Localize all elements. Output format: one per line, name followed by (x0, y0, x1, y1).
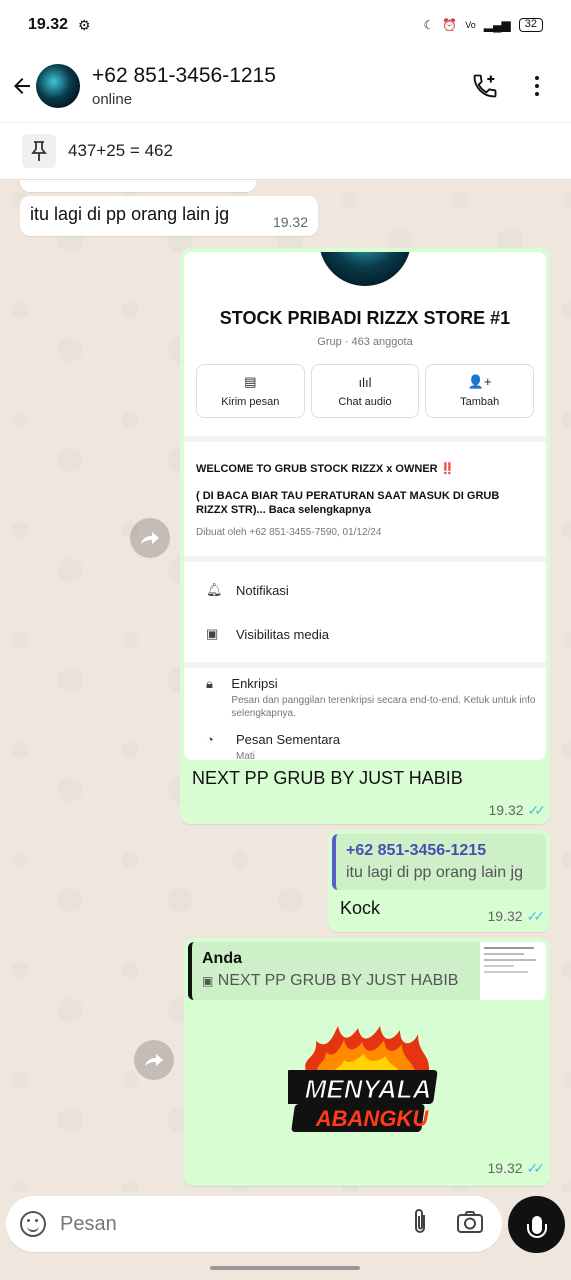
message-input[interactable]: Pesan (60, 1213, 117, 1236)
read-ticks-icon: ✓✓ (526, 1160, 546, 1176)
gear-icon: ⚙ (78, 16, 91, 33)
settings-row-disappearing: ◔ Pesan Sementara Mati (184, 732, 546, 760)
group-info-screenshot[interactable]: STOCK PRIBADI RIZZX STORE #1 Grup · 463 … (184, 252, 546, 760)
settings-row-encryption: 🔒︎ Enkripsi Pesan dan panggilan terenkrip… (206, 676, 536, 719)
quoted-sender: +62 851-3456-1215 (346, 842, 487, 859)
message-meta: 19.32 ✓✓ (488, 802, 547, 818)
settings-row-media: ▣ Visibilitas media (206, 626, 329, 642)
avatar[interactable] (36, 64, 80, 108)
contact-name: +62 851-3456-1215 (92, 64, 276, 87)
group-description: WELCOME TO GRUB STOCK RIZZX x OWNER ‼️ (… (184, 442, 546, 556)
gesture-nav-bar[interactable] (210, 1266, 360, 1270)
microphone-button[interactable] (508, 1196, 565, 1253)
outgoing-reply-bubble[interactable]: +62 851-3456-1215 itu lagi di pp orang l… (328, 830, 550, 932)
message-text: itu lagi di pp orang lain jg (30, 204, 230, 224)
add-call-icon[interactable] (471, 72, 499, 100)
message-meta: 19.32 ✓✓ (487, 1160, 546, 1176)
attach-icon[interactable] (410, 1208, 430, 1241)
sticker-line2: ABANGKU (315, 1106, 430, 1131)
sticker-emoji-icon[interactable] (20, 1211, 46, 1237)
moon-icon: ☾ (423, 18, 435, 32)
forward-button[interactable] (134, 1040, 174, 1080)
settings-row-notifications: 🔔︎ Notifikasi (206, 582, 289, 598)
add-person-icon: 👤+ (467, 374, 492, 389)
quoted-message[interactable]: Anda ▣ NEXT PP GRUB BY JUST HABIB (188, 942, 546, 1000)
incoming-message-bubble[interactable]: itu lagi di pp orang lain jg 19.32 (20, 196, 318, 236)
forward-button[interactable] (130, 518, 170, 558)
image-caption: NEXT PP GRUB BY JUST HABIB (192, 768, 463, 788)
add-member-button: 👤+ Tambah (425, 364, 535, 418)
chat-area[interactable]: itu lagi di pp orang lain jg 19.32 STOCK… (0, 180, 571, 1192)
group-security-list: 🔒︎ Enkripsi Pesan dan panggilan terenkrip… (184, 668, 546, 760)
quoted-thumbnail (480, 942, 546, 1000)
lock-icon: 🔒︎ (206, 676, 213, 691)
audio-wave-icon: ılıl (358, 374, 372, 390)
read-ticks-icon: ✓✓ (527, 802, 547, 818)
previous-message-bubble[interactable] (20, 180, 256, 192)
audio-chat-button: ılıl Chat audio (310, 364, 420, 418)
pin-icon (22, 134, 56, 168)
more-options-icon[interactable] (523, 72, 551, 100)
message-meta: 19.32 ✓✓ (487, 908, 546, 924)
quoted-message[interactable]: +62 851-3456-1215 itu lagi di pp orang l… (332, 834, 546, 890)
contact-status: online (92, 91, 133, 108)
battery-icon: 32 (518, 18, 543, 32)
image-icon: ▣ (206, 626, 219, 641)
status-time: 19.32 (28, 16, 69, 33)
timer-icon: ◔ (206, 732, 214, 747)
read-ticks-icon: ✓✓ (526, 908, 546, 924)
message-input-bar[interactable]: Pesan (6, 1196, 502, 1252)
contact-info[interactable]: +62 851-3456-1215 online (92, 64, 276, 108)
back-arrow-icon[interactable] (4, 68, 40, 104)
volte-icon: Vo (465, 20, 476, 30)
sticker-line1: MENYALA (305, 1074, 432, 1104)
chat-header: +62 851-3456-1215 online (0, 50, 571, 122)
group-title: STOCK PRIBADI RIZZX STORE #1 (219, 308, 511, 328)
microphone-icon (526, 1215, 547, 1238)
image-icon: ▣ (202, 974, 214, 988)
status-icons: ☾ ⏰ Vo ▂▄▆ 32 (424, 18, 543, 32)
group-settings-list: 🔔︎ Notifikasi ▣ Visibilitas media (184, 562, 546, 662)
quoted-text: itu lagi di pp orang lain jg (346, 864, 524, 881)
send-message-button: ▤ Kirim pesan (196, 364, 305, 418)
camera-icon[interactable] (456, 1210, 484, 1239)
group-avatar (319, 252, 411, 286)
sticker-menyala-abangku[interactable]: MENYALA ABANGKU (281, 1026, 448, 1136)
message-icon: ▤ (244, 374, 257, 389)
message-time: 19.32 (272, 214, 308, 230)
alarm-icon: ⏰ (442, 18, 458, 32)
bell-icon: 🔔︎ (206, 582, 223, 597)
signal-icon: ▂▄▆ (483, 18, 511, 32)
pinned-message-bar[interactable]: 437+25 = 462 (0, 122, 571, 180)
group-subtitle: Grup · 463 anggota (317, 336, 413, 348)
pinned-text: 437+25 = 462 (68, 141, 173, 160)
status-bar: 19.32 ⚙ ☾ ⏰ Vo ▂▄▆ 32 (0, 0, 571, 50)
quoted-text: NEXT PP GRUB BY JUST HABIB (217, 972, 459, 989)
